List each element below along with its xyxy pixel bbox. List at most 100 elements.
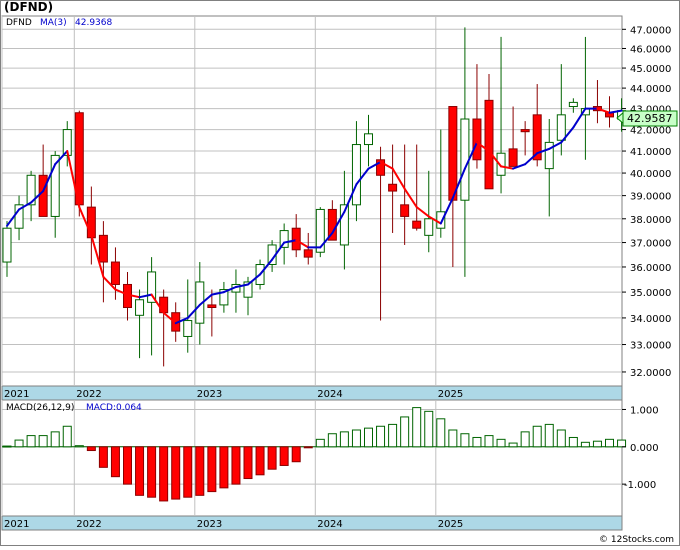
price-x-label: 2024 (317, 389, 342, 400)
macd-bar (351, 429, 361, 448)
macd-bar (86, 446, 96, 452)
macd-y-tick-label: 1.000 (630, 405, 659, 416)
macd-bar (544, 423, 554, 448)
macd-bar (2, 445, 12, 448)
price-x-label: 2022 (76, 389, 101, 400)
macd-bar (231, 446, 241, 485)
macd-bar (50, 431, 60, 448)
macd-bar (460, 433, 470, 448)
macd-bar (508, 442, 518, 448)
macd-bar (520, 431, 530, 448)
macd-bar (159, 446, 169, 502)
macd-bar (291, 446, 301, 463)
macd-bar (267, 446, 277, 470)
macd-y-tick-label: 0.000 (630, 443, 659, 454)
macd-bar (580, 441, 590, 448)
price-y-tick-label: 38.0000 (630, 215, 671, 226)
price-y-tick-label: 33.0000 (630, 341, 671, 352)
stock-chart: 32.0000 33.0000 34.0000 35.0000 36.0000 37.00… (0, 0, 680, 546)
macd-legend-label: MACD(26,12,9) (6, 403, 74, 413)
price-legend-symbol: DFND (6, 18, 32, 28)
macd-bar (243, 446, 253, 480)
macd-bar (339, 431, 349, 448)
macd-bar (183, 446, 193, 498)
macd-bar (195, 446, 205, 496)
price-y-tick-label: 32.0000 (630, 368, 671, 379)
price-y-tick-label: 37.0000 (630, 239, 671, 250)
candle-body (388, 183, 398, 192)
price-y-tick-label: 44.0000 (630, 84, 671, 95)
macd-bar (315, 438, 325, 448)
macd-bar (436, 418, 446, 448)
macd-bar (400, 416, 410, 448)
candle-body (315, 208, 325, 253)
macd-bar (279, 446, 289, 466)
macd-plot-area (1, 399, 623, 531)
last-price-marker: 42.9587 (616, 110, 678, 127)
macd-bar (448, 429, 458, 448)
price-y-tick-label: 40.0000 (630, 169, 671, 180)
macd-bar (472, 436, 482, 448)
macd-bar (617, 439, 627, 448)
macd-bar (62, 425, 72, 448)
price-x-label: 2023 (197, 389, 222, 400)
macd-bar (38, 435, 48, 448)
candle-body (207, 304, 217, 308)
macd-bar (14, 439, 24, 448)
candle-body (98, 234, 108, 263)
candle-body (303, 249, 313, 258)
chart-title: (DFND) (4, 0, 53, 14)
candle-body (568, 101, 578, 108)
macd-bar (303, 446, 313, 449)
candle-body (436, 211, 446, 229)
macd-legend-value: MACD:0.064 (86, 403, 142, 413)
macd-bar (207, 446, 217, 493)
candle-body (400, 204, 410, 217)
macd-bar (171, 446, 181, 500)
price-x-label: 2021 (4, 389, 29, 400)
macd-bar (26, 435, 36, 448)
macd-bar (219, 446, 229, 489)
price-y-tick-label: 35.0000 (630, 288, 671, 299)
macd-x-label: 2021 (4, 519, 29, 530)
macd-bar (135, 446, 145, 496)
macd-bar (568, 436, 578, 448)
candle-body (351, 144, 361, 206)
macd-y-tick-label: -1.000 (624, 480, 656, 491)
candle-body (412, 220, 422, 229)
candle-body (484, 99, 494, 190)
candle-body (183, 320, 193, 337)
price-legend-ma-value: 42.9368 (75, 18, 112, 28)
macd-x-label: 2023 (197, 519, 222, 530)
candle-body (2, 227, 12, 263)
candle-body (448, 106, 458, 201)
price-y-tick-label: 47.0000 (630, 25, 671, 36)
macd-bar (147, 446, 157, 498)
price-y-tick-label: 36.0000 (630, 263, 671, 274)
macd-bar (484, 435, 494, 448)
macd-bar (255, 446, 265, 476)
macd-bar (532, 425, 542, 448)
price-y-tick-label: 46.0000 (630, 44, 671, 55)
footer-credit: © 12Stocks.com (599, 535, 674, 545)
macd-bar (424, 410, 434, 448)
chart-svg: 32.0000 33.0000 34.0000 35.0000 36.0000 37.00… (0, 0, 680, 546)
candle-body (110, 261, 120, 285)
macd-x-label: 2025 (438, 519, 463, 530)
candle-body (520, 129, 530, 133)
candle-body (424, 218, 434, 236)
macd-bar (556, 429, 566, 448)
macd-bar (98, 446, 108, 468)
macd-bar (74, 445, 84, 448)
price-legend-ma-label: MA(3) (40, 18, 67, 28)
candle-body (364, 133, 373, 146)
macd-bar (327, 433, 337, 448)
price-y-tick-label: 34.0000 (630, 314, 671, 325)
price-y-tick-label: 41.0000 (630, 147, 671, 158)
candle-body (291, 227, 301, 251)
candle-body (135, 299, 145, 316)
macd-bar (496, 438, 506, 448)
price-y-tick-label: 42.0000 (630, 126, 671, 137)
candle-body (159, 296, 169, 314)
macd-bar (110, 446, 120, 478)
